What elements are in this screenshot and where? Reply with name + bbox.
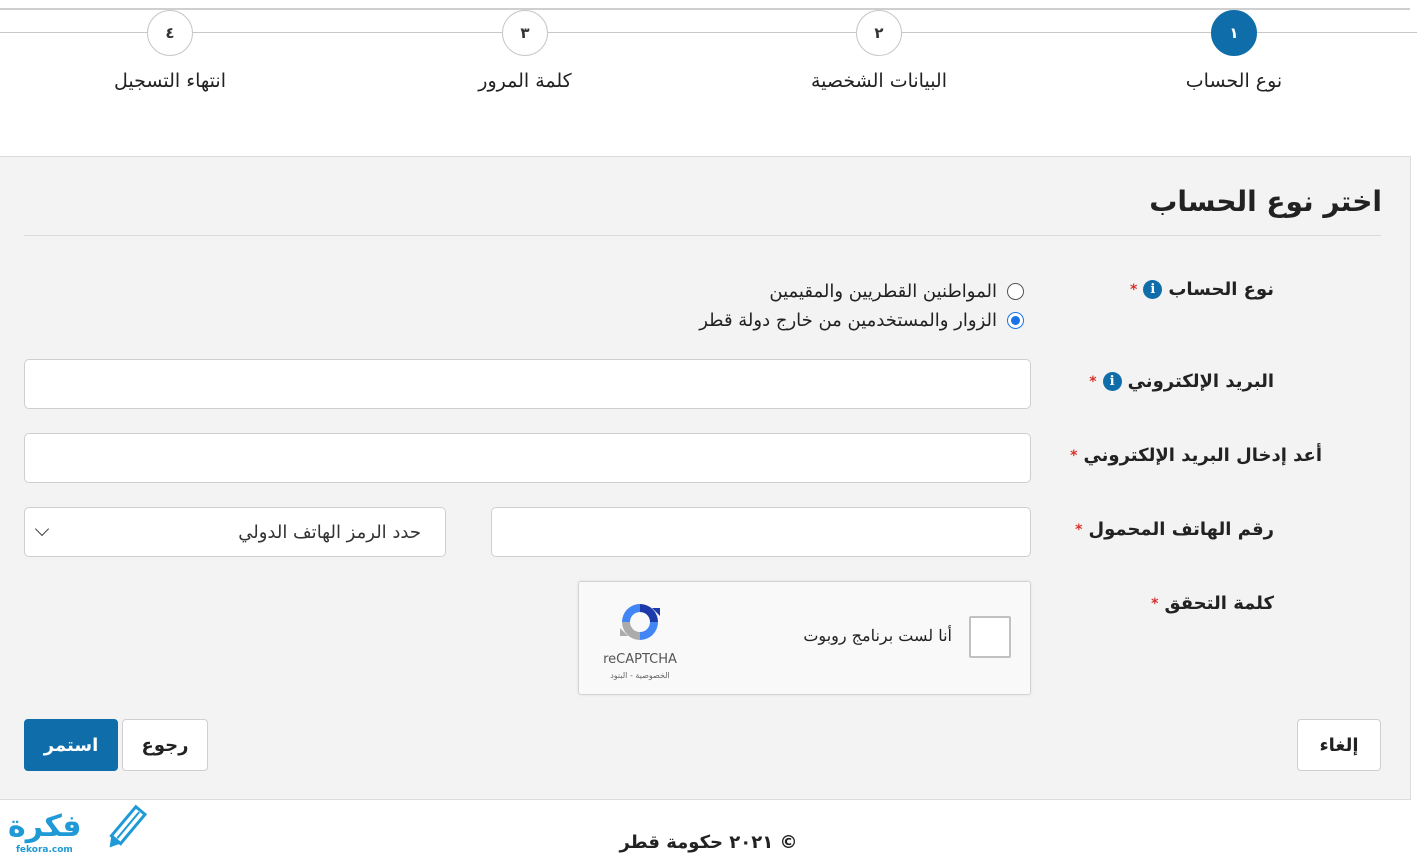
required-mark: * [1075,521,1083,538]
progress-stepper: ١ نوع الحساب ٢ البيانات الشخصية ٣ كلمة ا… [0,0,1417,120]
recaptcha-brand: reCAPTCHA [603,652,677,667]
required-mark: * [1130,281,1138,298]
recaptcha-logo: reCAPTCHA الخصوصية - البنود [595,598,685,680]
recaptcha-privacy-terms-links[interactable]: الخصوصية - البنود [595,671,685,680]
back-button[interactable]: رجوع [122,719,208,771]
title-divider [24,235,1381,236]
email-label: البريد الإلكتروني i * [1089,371,1274,392]
step-label: انتهاء التسجيل [114,70,226,92]
radio-label: الزوار والمستخدمين من خارج دولة قطر [699,310,997,331]
step-finish: ٤ انتهاء التسجيل [40,10,300,92]
mobile-number-field[interactable] [491,507,1031,557]
radio-option-citizens[interactable]: المواطنين القطريين والمقيمين [699,281,1024,302]
step-label: كلمة المرور [478,70,572,92]
email-confirm-field[interactable] [24,433,1031,483]
captcha-label: كلمة التحقق * [1151,593,1274,614]
account-type-radio-group: المواطنين القطريين والمقيمين الزوار والم… [699,281,1024,339]
radio-button-selected[interactable] [1007,312,1024,329]
recaptcha-widget: أنا لست برنامج روبوت reCAPTCHA الخصوصية … [578,581,1031,695]
chevron-down-icon [34,521,50,537]
continue-button[interactable]: استمر [24,719,118,771]
email-confirm-label: أعد إدخال البريد الإلكتروني * [1070,445,1322,466]
recaptcha-icon [620,604,660,640]
step-number: ٤ [147,10,193,56]
recaptcha-checkbox-text: أنا لست برنامج روبوت [803,626,952,645]
radio-option-visitors[interactable]: الزوار والمستخدمين من خارج دولة قطر [699,310,1024,331]
email-field[interactable] [24,359,1031,409]
recaptcha-checkbox[interactable] [969,616,1011,658]
email-confirm-label-text: أعد إدخال البريد الإلكتروني [1083,445,1322,466]
info-icon[interactable]: i [1102,372,1122,391]
radio-button[interactable] [1007,283,1024,300]
step-label: نوع الحساب [1185,70,1283,92]
step-personal-data: ٢ البيانات الشخصية [749,10,1009,92]
step-number: ١ [1211,10,1257,56]
mobile-label: رقم الهاتف المحمول * [1075,519,1274,540]
step-number: ٢ [856,10,902,56]
step-label: البيانات الشخصية [810,70,947,92]
country-code-select[interactable]: حدد الرمز الهاتف الدولي [24,507,446,557]
step-password: ٣ كلمة المرور [395,10,655,92]
registration-panel: اختر نوع الحساب نوع الحساب i * المواطنين… [0,156,1411,800]
step-number: ٣ [502,10,548,56]
info-icon[interactable]: i [1143,280,1163,299]
required-mark: * [1151,595,1159,612]
radio-label: المواطنين القطريين والمقيمين [769,281,997,302]
required-mark: * [1089,373,1097,390]
account-type-label-text: نوع الحساب [1168,279,1274,300]
mobile-label-text: رقم الهاتف المحمول [1088,519,1274,540]
page-title: اختر نوع الحساب [1149,185,1382,218]
step-account-type: ١ نوع الحساب [1104,10,1364,92]
copyright-text: © ٢٠٢١ حكومة قطر [619,832,798,853]
cancel-button[interactable]: إلغاء [1297,719,1381,771]
required-mark: * [1070,447,1078,464]
email-label-text: البريد الإلكتروني [1127,371,1274,392]
account-type-label: نوع الحساب i * [1130,279,1274,300]
captcha-label-text: كلمة التحقق [1164,593,1275,614]
country-code-select-value: حدد الرمز الهاتف الدولي [238,521,421,543]
